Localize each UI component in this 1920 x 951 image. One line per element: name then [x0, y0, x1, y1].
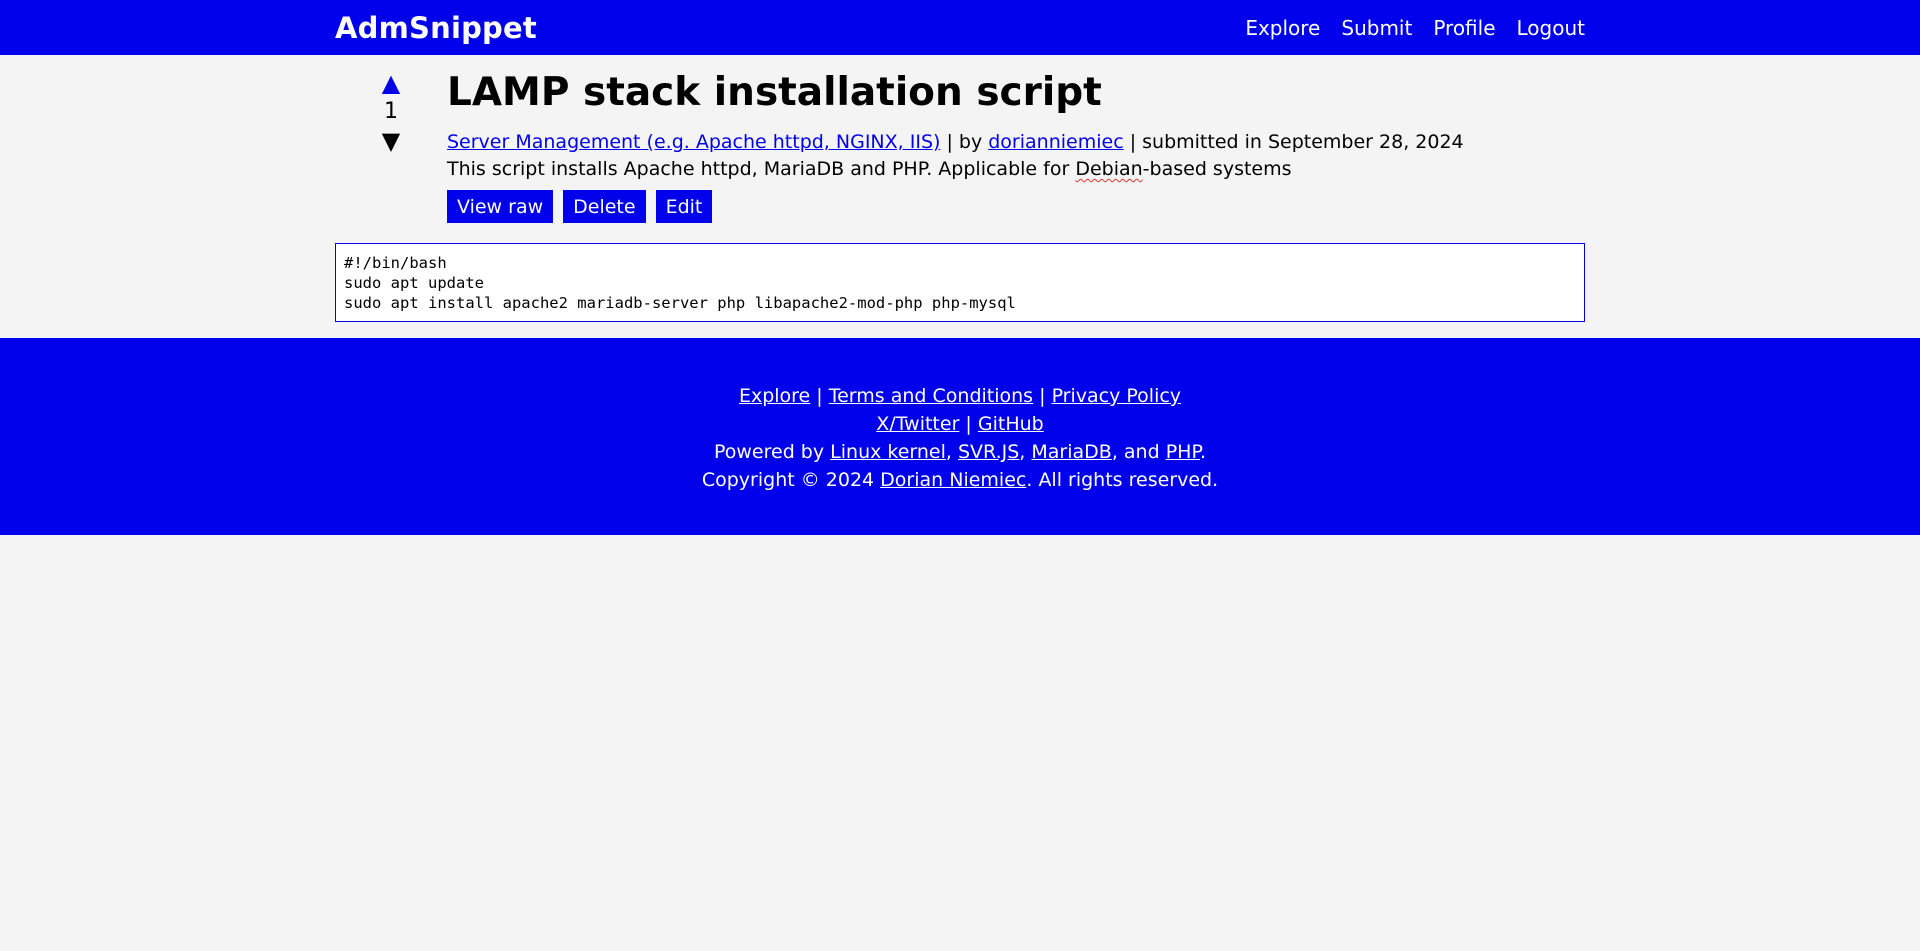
footer-svrjs-link[interactable]: SVR.JS [958, 441, 1019, 463]
vote-widget: ▲ 1 ▼ [335, 67, 447, 223]
snippet-header: ▲ 1 ▼ LAMP stack installation script Ser… [335, 67, 1585, 223]
category-link[interactable]: Server Management (e.g. Apache httpd, NG… [447, 131, 940, 153]
snippet-meta: Server Management (e.g. Apache httpd, NG… [447, 129, 1585, 155]
site-footer: Explore | Terms and Conditions | Privacy… [0, 338, 1920, 535]
main-nav: Explore Submit Profile Logout [1245, 16, 1585, 40]
description-text-start: This script installs Apache httpd, Maria… [447, 158, 1076, 180]
copyright-label: Copyright © 2024 [701, 469, 881, 491]
footer-social-row: X/Twitter | GitHub [876, 413, 1044, 435]
footer-powered-by: Powered by Linux kernel, SVR.JS, MariaDB… [713, 441, 1206, 463]
top-navbar: AdmSnippet Explore Submit Profile Logout [0, 0, 1920, 55]
description-text-end: -based systems [1142, 158, 1292, 180]
footer-terms-link[interactable]: Terms and Conditions [829, 385, 1033, 407]
snippet-details: LAMP stack installation script Server Ma… [447, 67, 1585, 223]
code-block[interactable]: #!/bin/bash sudo apt update sudo apt ins… [335, 243, 1585, 322]
edit-button[interactable]: Edit [655, 190, 713, 223]
nav-profile-link[interactable]: Profile [1433, 16, 1495, 40]
description-spellcheck-word: Debian [1075, 158, 1143, 180]
snippet-description: This script installs Apache httpd, Maria… [447, 155, 1585, 183]
snippet-actions: View raw Delete Edit [447, 190, 1585, 223]
delete-button[interactable]: Delete [563, 190, 646, 223]
copyright-suffix: . All rights reserved. [1026, 469, 1219, 491]
footer-author-link[interactable]: Dorian Niemiec [880, 469, 1026, 491]
nav-submit-link[interactable]: Submit [1341, 16, 1412, 40]
author-link[interactable]: dorianniemiec [988, 131, 1123, 153]
upvote-arrow-icon[interactable]: ▲ [382, 69, 400, 97]
snippet-title: LAMP stack installation script [447, 70, 1102, 115]
nav-explore-link[interactable]: Explore [1245, 16, 1320, 40]
view-raw-button[interactable]: View raw [447, 190, 554, 223]
powered-by-label: Powered by [713, 441, 831, 463]
footer-explore-link[interactable]: Explore [739, 385, 810, 407]
footer-mariadb-link[interactable]: MariaDB [1031, 441, 1111, 463]
main-content: ▲ 1 ▼ LAMP stack installation script Ser… [0, 55, 1920, 322]
footer-linux-link[interactable]: Linux kernel [830, 441, 946, 463]
footer-github-link[interactable]: GitHub [978, 413, 1044, 435]
footer-php-link[interactable]: PHP [1166, 441, 1200, 463]
submitted-date: | submitted in September 28, 2024 [1123, 131, 1464, 153]
vote-count: 1 [384, 99, 398, 124]
footer-copyright: Copyright © 2024 Dorian Niemiec. All rig… [0, 466, 1920, 494]
footer-links-row: Explore | Terms and Conditions | Privacy… [738, 385, 1182, 407]
downvote-arrow-icon[interactable]: ▼ [382, 127, 400, 155]
meta-separator-by: | by [940, 131, 989, 153]
brand-logo-link[interactable]: AdmSnippet [335, 11, 537, 45]
footer-privacy-link[interactable]: Privacy Policy [1052, 385, 1181, 407]
nav-logout-link[interactable]: Logout [1517, 16, 1585, 40]
footer-twitter-link[interactable]: X/Twitter [876, 413, 959, 435]
